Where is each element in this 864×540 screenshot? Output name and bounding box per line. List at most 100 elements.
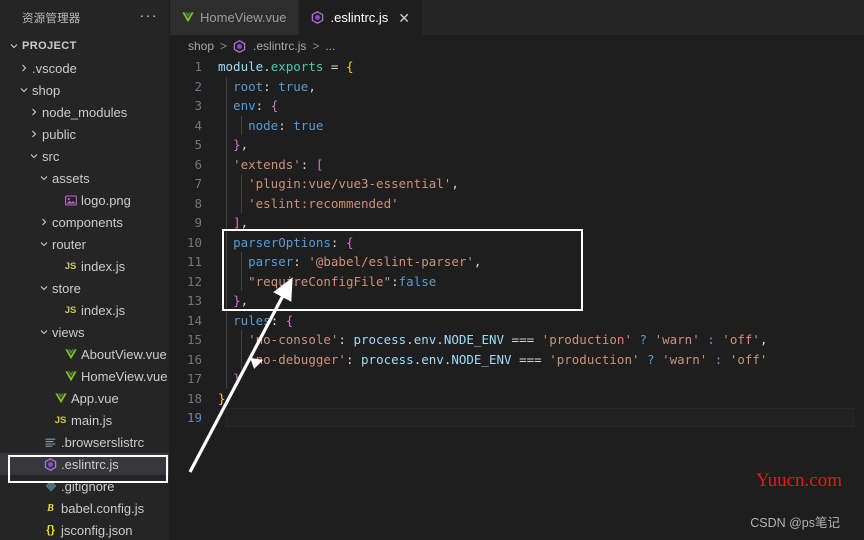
- chevron-right-icon[interactable]: [16, 63, 32, 73]
- code-token: '@babel/eslint-parser': [308, 254, 474, 270]
- code-token: module: [218, 59, 264, 75]
- code-token: 'no-console': [248, 332, 339, 348]
- chevron-down-icon[interactable]: [26, 151, 42, 161]
- code-line-text: parserOptions: {: [218, 235, 353, 250]
- tree-item-index-js[interactable]: JS index.js: [0, 299, 170, 321]
- code-token: =: [323, 59, 346, 75]
- tree-item-label: babel.config.js: [61, 500, 145, 516]
- breadcrumb-part[interactable]: .eslintrc.js: [253, 39, 306, 53]
- tree-item-components[interactable]: components: [0, 211, 170, 233]
- code-line: 18}: [170, 389, 864, 409]
- line-number: 10: [186, 234, 202, 250]
- code-line-text: }: [218, 371, 241, 386]
- tree-item-router[interactable]: router: [0, 233, 170, 255]
- code-line: 5 },: [170, 135, 864, 155]
- code-line: 13 },: [170, 291, 864, 311]
- chevron-down-icon[interactable]: [36, 239, 52, 249]
- tree-item-public[interactable]: public: [0, 123, 170, 145]
- chevron-down-icon[interactable]: [16, 85, 32, 95]
- code-token: :: [270, 312, 286, 328]
- tree-item-label: views: [52, 324, 85, 340]
- tree-item-main-js[interactable]: JS main.js: [0, 409, 170, 431]
- line-number: 4: [194, 117, 202, 133]
- vue-icon: [62, 370, 79, 382]
- tree-item-label: HomeView.vue: [81, 368, 168, 384]
- code-line: 2 root: true,: [170, 77, 864, 97]
- editor-tab-homeview-vue[interactable]: HomeView.vue: [170, 0, 300, 35]
- tree-item-node-modules[interactable]: node_modules: [0, 101, 170, 123]
- code-editor[interactable]: 1 module.exports = {2 root: true, 3 env: {…: [170, 57, 864, 540]
- code-line: 15 'no-console': process.env.NODE_ENV ==…: [170, 330, 864, 350]
- code-line: 3 env: {: [170, 96, 864, 116]
- editor-tab-eslintrc-js[interactable]: .eslintrc.js ✕: [299, 0, 424, 35]
- tree-item-store[interactable]: store: [0, 277, 170, 299]
- breadcrumb-part[interactable]: shop: [188, 39, 214, 53]
- code-token: exports: [270, 59, 324, 75]
- chevron-right-icon[interactable]: [26, 129, 42, 139]
- code-line: 9 ],: [170, 213, 864, 233]
- tree-item-jsconfig-json[interactable]: {} jsconfig.json: [0, 519, 170, 540]
- tree-item-aboutview-vue[interactable]: AboutView.vue: [0, 343, 170, 365]
- code-line-text: rules: {: [218, 313, 293, 328]
- tree-item-label: shop: [32, 82, 61, 98]
- code-token: node: [248, 117, 279, 133]
- tree-item-babel-config-js[interactable]: Bbabel.config.js: [0, 497, 170, 519]
- tree-item-homeview-vue[interactable]: HomeView.vue: [0, 365, 170, 387]
- tree-item-eslintrc-js[interactable]: .eslintrc.js: [0, 453, 170, 475]
- tree-item-views[interactable]: views: [0, 321, 170, 343]
- code-line: 7 'plugin:vue/vue3-essential',: [170, 174, 864, 194]
- chevron-down-icon[interactable]: [36, 173, 52, 183]
- code-token: 'off': [722, 332, 760, 348]
- indent-guide: [241, 174, 243, 213]
- explorer-header: 资源管理器 ···: [0, 0, 170, 35]
- tree-item-logo-png[interactable]: logo.png: [0, 189, 170, 211]
- tree-item-app-vue[interactable]: App.vue: [0, 387, 170, 409]
- chevron-right-icon[interactable]: [26, 107, 42, 117]
- code-token: }: [233, 371, 241, 387]
- line-number: 13: [186, 293, 202, 309]
- code-token: :: [391, 273, 399, 289]
- tree-item-label: store: [52, 280, 81, 296]
- babel-icon: B: [47, 502, 54, 514]
- tree-item-index-js[interactable]: JS index.js: [0, 255, 170, 277]
- code-token: ]: [233, 215, 241, 231]
- chevron-right-icon[interactable]: [36, 217, 52, 227]
- more-actions-icon[interactable]: ···: [140, 8, 159, 25]
- close-icon[interactable]: ✕: [398, 11, 410, 25]
- eslint-icon: [233, 39, 246, 53]
- tree-item-gitignore[interactable]: .gitignore: [0, 475, 170, 497]
- code-line-text: node: true: [218, 118, 323, 133]
- vue-icon: [182, 12, 194, 23]
- breadcrumb-part[interactable]: ...: [325, 39, 335, 53]
- tree-item-label: AboutView.vue: [81, 346, 167, 362]
- editor-tab-label: .eslintrc.js: [330, 10, 389, 25]
- code-token: :: [345, 351, 362, 367]
- tree-root-project[interactable]: PROJECT: [0, 35, 170, 57]
- line-number: 17: [186, 371, 202, 387]
- code-token: .: [263, 59, 271, 75]
- code-token: 'plugin:vue/vue3-essential': [248, 176, 452, 192]
- vue-icon: [62, 348, 79, 360]
- code-token: }: [218, 390, 226, 406]
- tree-item-label: .vscode: [32, 60, 77, 76]
- tree-item-shop[interactable]: shop: [0, 79, 170, 101]
- chevron-down-icon[interactable]: [36, 283, 52, 293]
- code-line-text: 'no-debugger': process.env.NODE_ENV === …: [218, 352, 767, 367]
- line-number: 15: [186, 332, 202, 348]
- editor-area: HomeView.vue .eslintrc.js ✕ shop > .eslintrc…: [170, 0, 864, 540]
- tree-item-vscode[interactable]: .vscode: [0, 57, 170, 79]
- code-line: 19: [170, 408, 864, 428]
- tree-item-assets[interactable]: assets: [0, 167, 170, 189]
- breadcrumb-separator: >: [220, 39, 228, 53]
- tree-item-src[interactable]: src: [0, 145, 170, 167]
- chevron-down-icon[interactable]: [36, 327, 52, 337]
- tree-item-label: index.js: [81, 258, 126, 274]
- code-line-text: },: [218, 293, 248, 308]
- code-token: {: [285, 312, 294, 328]
- indent-guide: [241, 330, 243, 369]
- code-token: false: [398, 273, 437, 289]
- code-token: process: [353, 332, 407, 348]
- tree-item-browserslistrc[interactable]: .browserslistrc: [0, 431, 170, 453]
- editor-tab-bar: HomeView.vue .eslintrc.js ✕: [170, 0, 864, 35]
